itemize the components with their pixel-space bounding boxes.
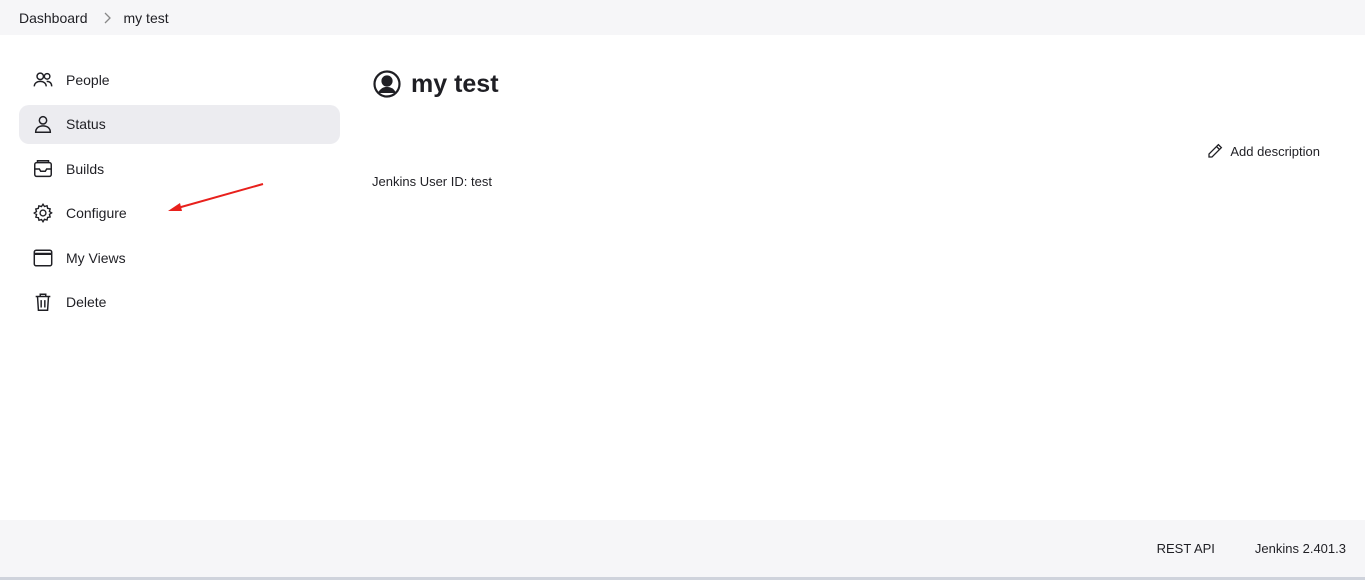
sidebar-item-label: Configure [66,205,127,221]
sidebar-item-delete[interactable]: Delete [19,283,340,322]
sidebar-item-configure[interactable]: Configure [19,194,340,233]
sidebar-item-status[interactable]: Status [19,104,340,144]
sidebar-item-builds[interactable]: Builds [19,149,340,188]
sidebar-item-label: Status [66,116,106,132]
sidebar-item-label: Delete [66,294,107,310]
sidebar-item-label: Builds [66,160,105,177]
sidebar-item-label: People [66,71,110,88]
builds-icon [31,157,55,181]
user-id-text: Jenkins User ID: test [372,174,492,189]
sidebar: People Status Builds Configure My Views … [19,60,340,327]
breadcrumb: Dashboard my test [0,0,1365,35]
page-title: my test [372,60,1332,108]
person-icon [31,112,55,136]
sidebar-item-my-views[interactable]: My Views [19,238,340,277]
add-description-button[interactable]: Add description [1206,142,1320,160]
footer: REST API Jenkins 2.401.3 [0,520,1365,577]
jenkins-version-link[interactable]: Jenkins 2.401.3 [1255,541,1346,556]
sidebar-item-people[interactable]: People [19,60,340,99]
gear-icon [31,201,55,225]
chevron-right-icon [102,12,112,24]
breadcrumb-dashboard[interactable]: Dashboard [19,10,88,26]
user-circle-icon [372,69,402,99]
sidebar-item-label: My Views [66,249,126,266]
add-description-label: Add description [1230,143,1320,159]
rest-api-link[interactable]: REST API [1157,541,1215,556]
people-icon [31,68,55,92]
page-title-text: my test [411,69,499,98]
trash-icon [31,290,55,314]
main-content: my test Add description Jenkins User ID:… [372,60,1332,190]
breadcrumb-my-test[interactable]: my test [124,10,169,26]
window-icon [31,246,55,270]
pencil-icon [1206,142,1224,160]
